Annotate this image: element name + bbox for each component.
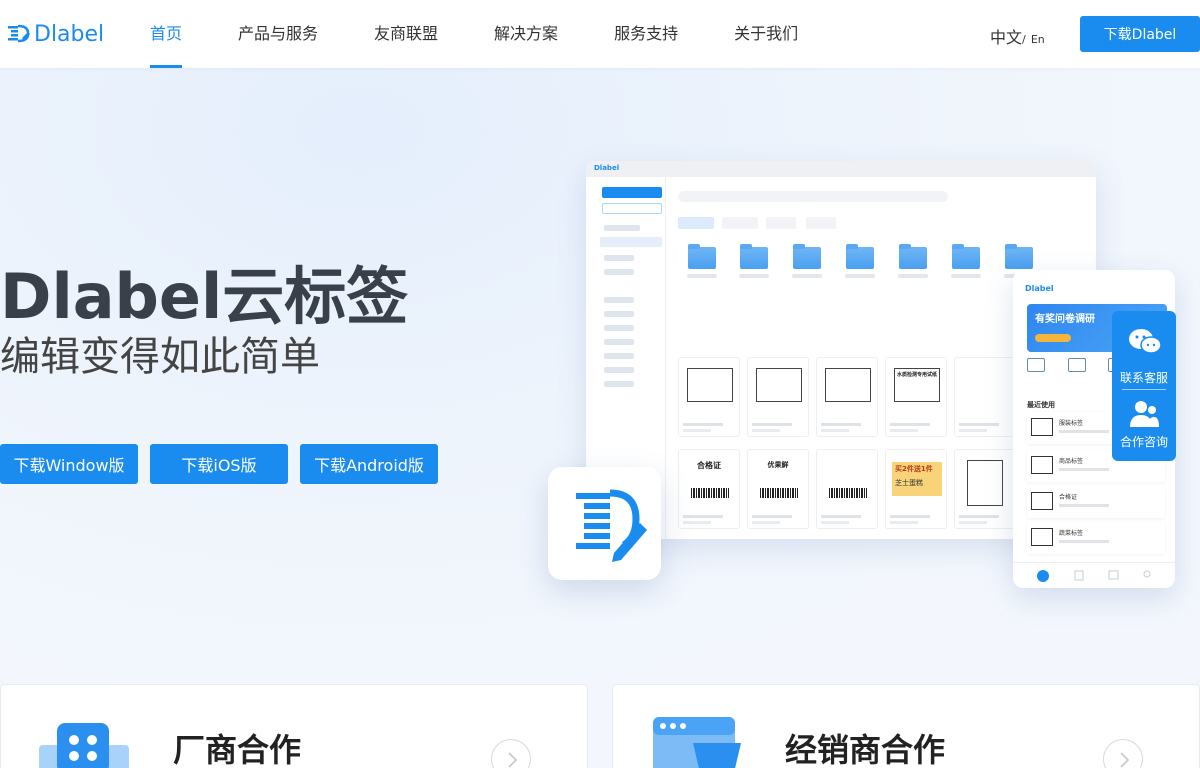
phone-list-item: 合格证 [1027, 486, 1165, 518]
contact-service-button[interactable]: 联系客服 [1112, 317, 1176, 387]
mockup-filter-chip [678, 217, 714, 229]
nav-item-solutions[interactable]: 解决方案 [494, 0, 558, 68]
brand-logo-text: Dlabel [34, 21, 105, 47]
phone-list-item: 蔬菜标签 [1027, 522, 1165, 554]
nav-item-home[interactable]: 首页 [150, 0, 183, 68]
vendor-cooperation-title: 厂商合作 [173, 731, 302, 768]
brand-logo[interactable]: Dlabel [6, 19, 104, 49]
top-navbar: Dlabel 首页 产品与服务 友商联盟 解决方案 服务支持 关于我们 中文/ … [0, 0, 1200, 68]
download-windows-button[interactable]: 下载Window版 [0, 444, 138, 484]
lang-chinese[interactable]: 中文 [990, 28, 1022, 47]
phone-recent-heading: 最近使用 [1027, 401, 1055, 409]
download-ios-button[interactable]: 下载iOS版 [150, 444, 288, 484]
mockup-card-text: 水质检测专用试纸 [896, 372, 937, 378]
download-buttons: 下载Window版 下载iOS版 下载Android版 [0, 444, 450, 484]
mockup-side-row [604, 381, 634, 387]
mockup-folder-icon [688, 244, 716, 269]
hero-subtitle: 编辑变得如此简单 [0, 334, 320, 380]
dlabel-logo-icon [8, 24, 30, 43]
contact-widget: 联系客服 合作咨询 [1112, 311, 1176, 461]
mockup-side-row [604, 255, 634, 261]
mockup-folder-icon [846, 244, 874, 269]
mockup-side-row [604, 297, 634, 303]
mockup-label-card [816, 449, 878, 529]
mockup-folder-icon [793, 244, 821, 269]
mockup-label-card: 合格证 [678, 449, 740, 529]
mockup-side-row [604, 269, 634, 275]
mockup-label-card [954, 357, 1016, 437]
mockup-label-card: 买2件送1件 芝士蛋糕 [885, 449, 947, 529]
grid-app-icon [39, 723, 129, 768]
mockup-folder-icon [899, 244, 927, 269]
mockup-label-card: 优果鲜 [747, 449, 809, 529]
mockup-filter-chip [766, 217, 796, 229]
mockup-card-text: 优果鲜 [767, 461, 789, 469]
mockup-app-tab: Dlabel [594, 164, 620, 172]
phone-action-icon [1027, 358, 1045, 372]
mockup-folder-label [898, 274, 928, 278]
hero-title: Dlabel云标签 [0, 260, 409, 333]
mockup-side-row [604, 225, 640, 231]
mockup-label-card [816, 357, 878, 437]
nav-item-partners[interactable]: 友商联盟 [374, 0, 438, 68]
download-dlabel-button[interactable]: 下载Dlabel [1080, 16, 1200, 52]
floating-app-logo [548, 467, 661, 580]
mockup-side-row [604, 367, 634, 373]
chevron-right-icon [1120, 752, 1130, 768]
phone-logo-text: Dlabel [1025, 284, 1054, 293]
mockup-folder-label [687, 274, 717, 278]
vendor-cooperation-arrow-button[interactable] [491, 739, 531, 768]
mockup-label-card [678, 357, 740, 437]
chevron-right-icon [508, 752, 518, 768]
mockup-side-row [604, 339, 634, 345]
mockup-folder-label [845, 274, 875, 278]
phone-banner-title: 有奖问卷调研 [1035, 314, 1095, 325]
window-cart-icon [653, 717, 741, 768]
phone-tab-icons [1037, 570, 1151, 582]
main-menu: 首页 产品与服务 友商联盟 解决方案 服务支持 关于我们 [150, 0, 854, 68]
mockup-folder-icon [740, 244, 768, 269]
mockup-folder-label [951, 274, 981, 278]
mockup-label-card [747, 357, 809, 437]
mockup-filter-chip [806, 217, 836, 229]
cooperation-consult-button[interactable]: 合作咨询 [1112, 391, 1176, 461]
language-switch[interactable]: 中文/ En [990, 24, 1045, 48]
mockup-card-text: 买2件送1件 [895, 465, 933, 473]
mockup-open-button [602, 203, 662, 214]
mockup-side-row-active [600, 237, 662, 247]
wechat-icon [1129, 329, 1162, 354]
lang-separator: / [1022, 33, 1026, 46]
mockup-label-card [954, 449, 1016, 529]
lang-english[interactable]: En [1031, 33, 1045, 46]
mockup-folder-icon [1005, 244, 1033, 269]
dlabel-app-icon [576, 489, 647, 562]
nav-item-support[interactable]: 服务支持 [614, 0, 678, 68]
nav-item-products[interactable]: 产品与服务 [238, 0, 318, 68]
mockup-side-row [604, 311, 634, 317]
mockup-folder-icon [952, 244, 980, 269]
mockup-card-text: 芝士蛋糕 [895, 479, 923, 487]
mockup-titlebar: Dlabel [586, 161, 1096, 177]
download-android-button[interactable]: 下载Android版 [300, 444, 438, 484]
cooperation-consult-label: 合作咨询 [1119, 435, 1168, 449]
mockup-card-text: 合格证 [697, 461, 721, 470]
mockup-side-row [604, 325, 634, 331]
phone-tabbar [1013, 562, 1175, 588]
mockup-folder-label [739, 274, 769, 278]
mockup-new-button [602, 187, 662, 198]
dealer-cooperation-card[interactable]: 经销商合作 [612, 684, 1200, 768]
contact-service-label: 联系客服 [1119, 371, 1168, 385]
nav-item-about[interactable]: 关于我们 [734, 0, 798, 68]
vendor-cooperation-card[interactable]: 厂商合作 [0, 684, 588, 768]
contact-divider [1122, 389, 1166, 390]
mockup-label-card: 水质检测专用试纸 [885, 357, 947, 437]
mockup-side-row [604, 353, 634, 359]
people-icon [1130, 401, 1159, 427]
dealer-cooperation-arrow-button[interactable] [1103, 739, 1143, 768]
mockup-filter-chip [722, 217, 758, 229]
mockup-search-bar [678, 191, 948, 202]
dealer-cooperation-title: 经销商合作 [785, 731, 946, 768]
mockup-folder-label [792, 274, 822, 278]
phone-action-icon [1067, 358, 1086, 372]
